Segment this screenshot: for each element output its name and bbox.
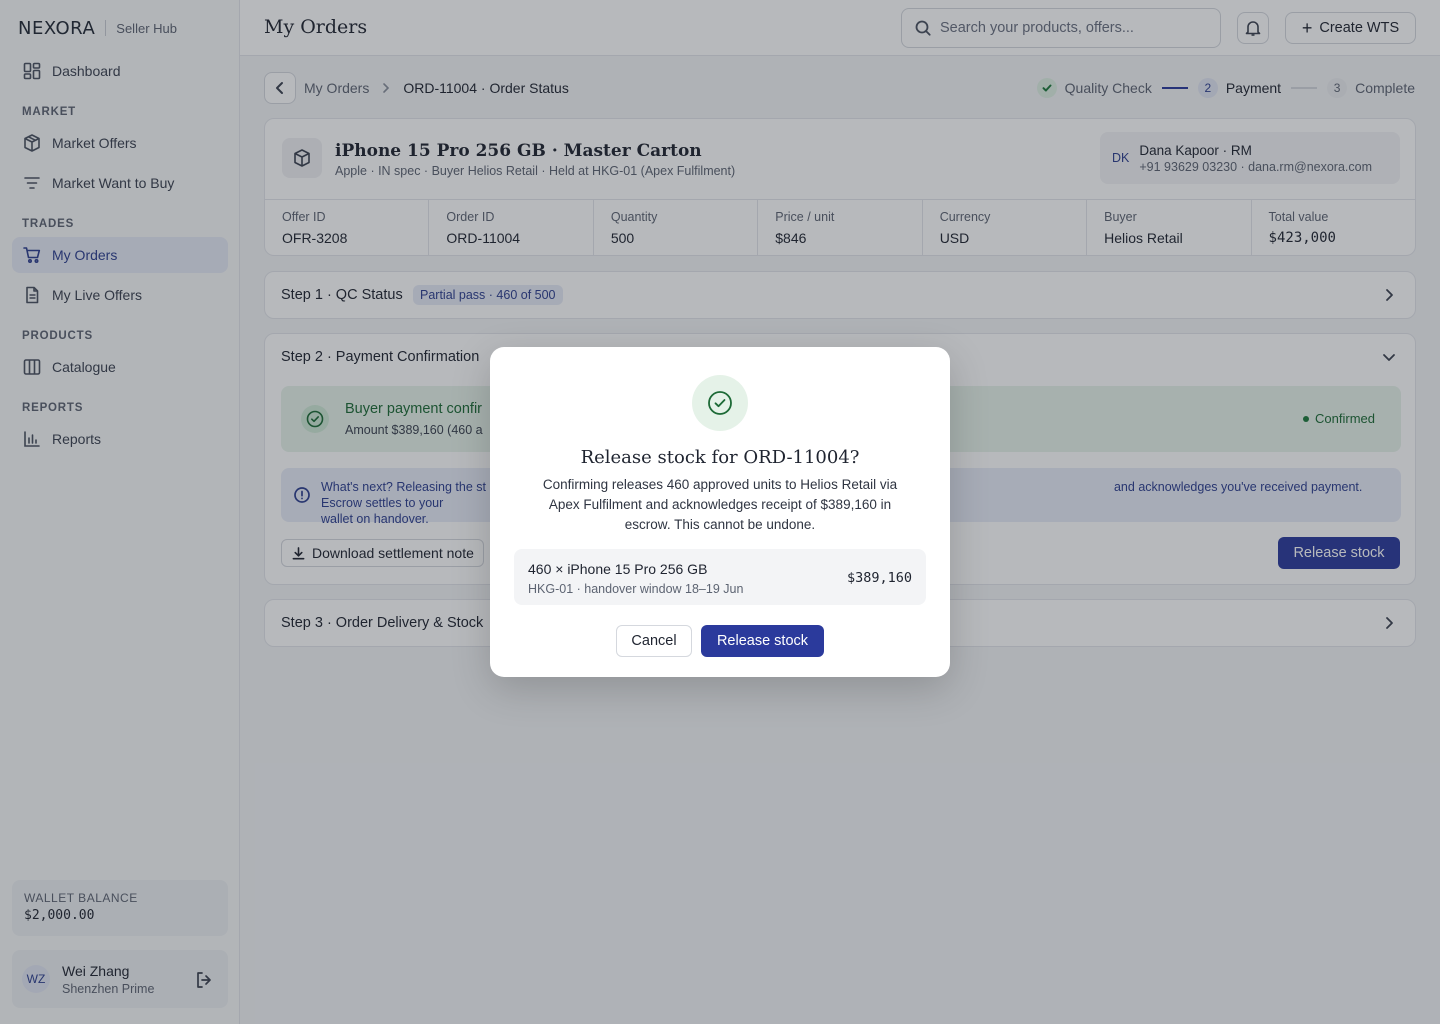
summary-amount: $389,160 xyxy=(846,570,912,586)
confirm-release-button[interactable]: Release stock xyxy=(701,625,824,657)
check-circle-icon xyxy=(692,375,748,431)
dialog-body: Confirming releases 460 approved units t… xyxy=(542,477,898,532)
cancel-button[interactable]: Cancel xyxy=(616,625,692,657)
summary-title: 460 × iPhone 15 Pro 256 GB xyxy=(528,561,708,577)
summary-subtitle: HKG-01 · handover window 18–19 Jun xyxy=(528,582,744,596)
release-summary: 460 × iPhone 15 Pro 256 GB HKG-01 · hand… xyxy=(514,549,926,605)
release-stock-dialog: Release stock for ORD-11004? Confirming … xyxy=(490,347,950,677)
dialog-title: Release stock for ORD-11004? xyxy=(580,447,860,468)
